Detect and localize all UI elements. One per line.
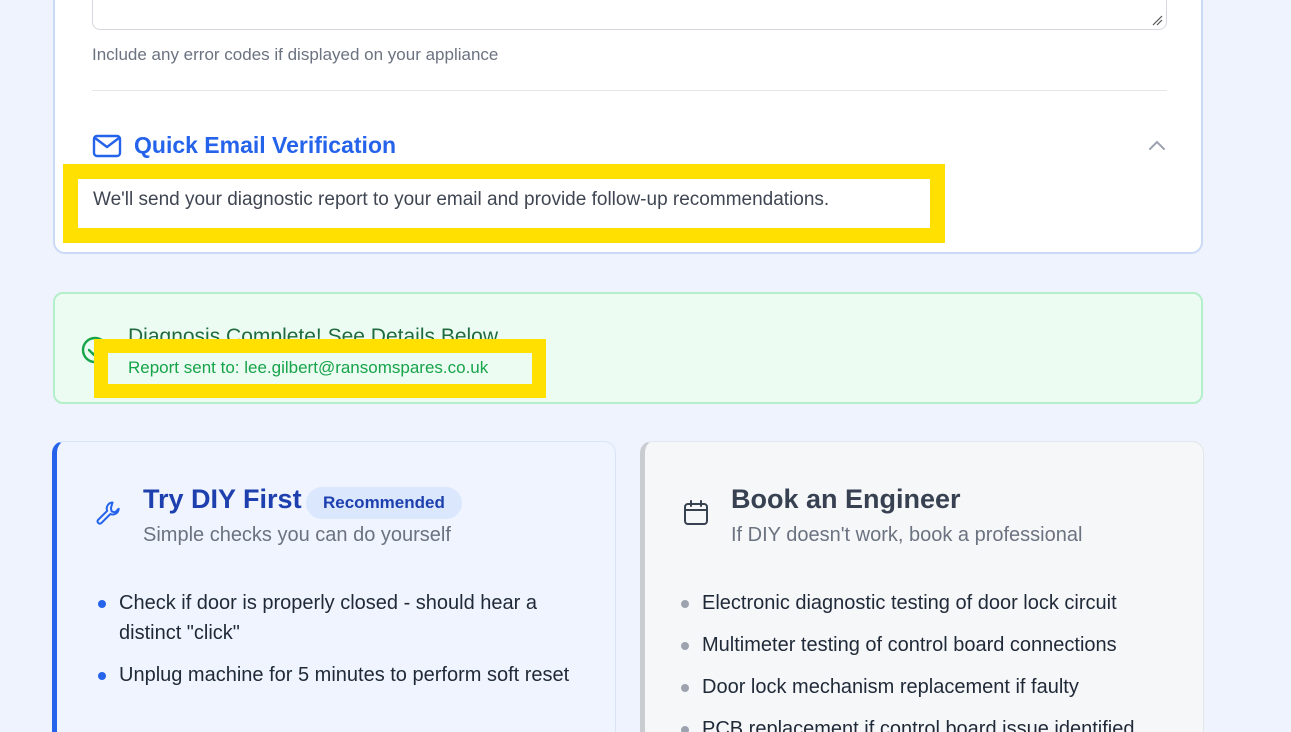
chevron-up-icon[interactable] bbox=[1147, 138, 1167, 152]
diy-steps-list: Check if door is properly closed - shoul… bbox=[98, 588, 578, 702]
engineer-services-list: Electronic diagnostic testing of door lo… bbox=[681, 588, 1191, 732]
textarea-helper-text: Include any error codes if displayed on … bbox=[92, 45, 499, 64]
diy-title: Try DIY First bbox=[143, 484, 302, 514]
list-item: Check if door is properly closed - shoul… bbox=[98, 588, 578, 648]
list-item: Door lock mechanism replacement if fault… bbox=[681, 672, 1191, 702]
diy-option-card[interactable]: Try DIY First Recommended Simple checks … bbox=[52, 441, 616, 732]
email-description-highlight: We'll send your diagnostic report to you… bbox=[63, 164, 945, 243]
list-item: Multimeter testing of control board conn… bbox=[681, 630, 1191, 660]
issue-description-textarea[interactable] bbox=[92, 0, 1167, 30]
engineer-title: Book an Engineer bbox=[731, 484, 961, 514]
engineer-subtitle: If DIY doesn't work, book a professional bbox=[731, 524, 1083, 546]
diagnostic-form-card: Include any error codes if displayed on … bbox=[53, 0, 1203, 254]
email-verification-description: We'll send your diagnostic report to you… bbox=[93, 189, 830, 210]
section-divider bbox=[92, 90, 1167, 91]
list-item: Unplug machine for 5 minutes to perform … bbox=[98, 660, 578, 690]
recommended-badge: Recommended bbox=[306, 487, 462, 519]
resize-handle-icon[interactable] bbox=[1152, 15, 1163, 26]
email-verification-title: Quick Email Verification bbox=[134, 132, 397, 158]
diy-subtitle: Simple checks you can do yourself bbox=[143, 524, 451, 546]
list-item: Electronic diagnostic testing of door lo… bbox=[681, 588, 1191, 618]
email-verification-header[interactable]: Quick Email Verification bbox=[92, 132, 396, 159]
engineer-option-card[interactable]: Book an Engineer If DIY doesn't work, bo… bbox=[640, 441, 1204, 732]
mail-icon bbox=[92, 134, 122, 157]
report-sent-text: Report sent to: lee.gilbert@ransomspares… bbox=[128, 358, 489, 377]
report-sent-highlight: Report sent to: lee.gilbert@ransomspares… bbox=[94, 339, 546, 398]
diagnosis-status-banner: Diagnosis Complete! See Details Below Re… bbox=[53, 292, 1203, 404]
calendar-icon bbox=[684, 500, 708, 525]
page: Include any error codes if displayed on … bbox=[0, 0, 1291, 732]
list-item: PCB replacement if control board issue i… bbox=[681, 714, 1191, 732]
wrench-icon bbox=[96, 501, 120, 525]
